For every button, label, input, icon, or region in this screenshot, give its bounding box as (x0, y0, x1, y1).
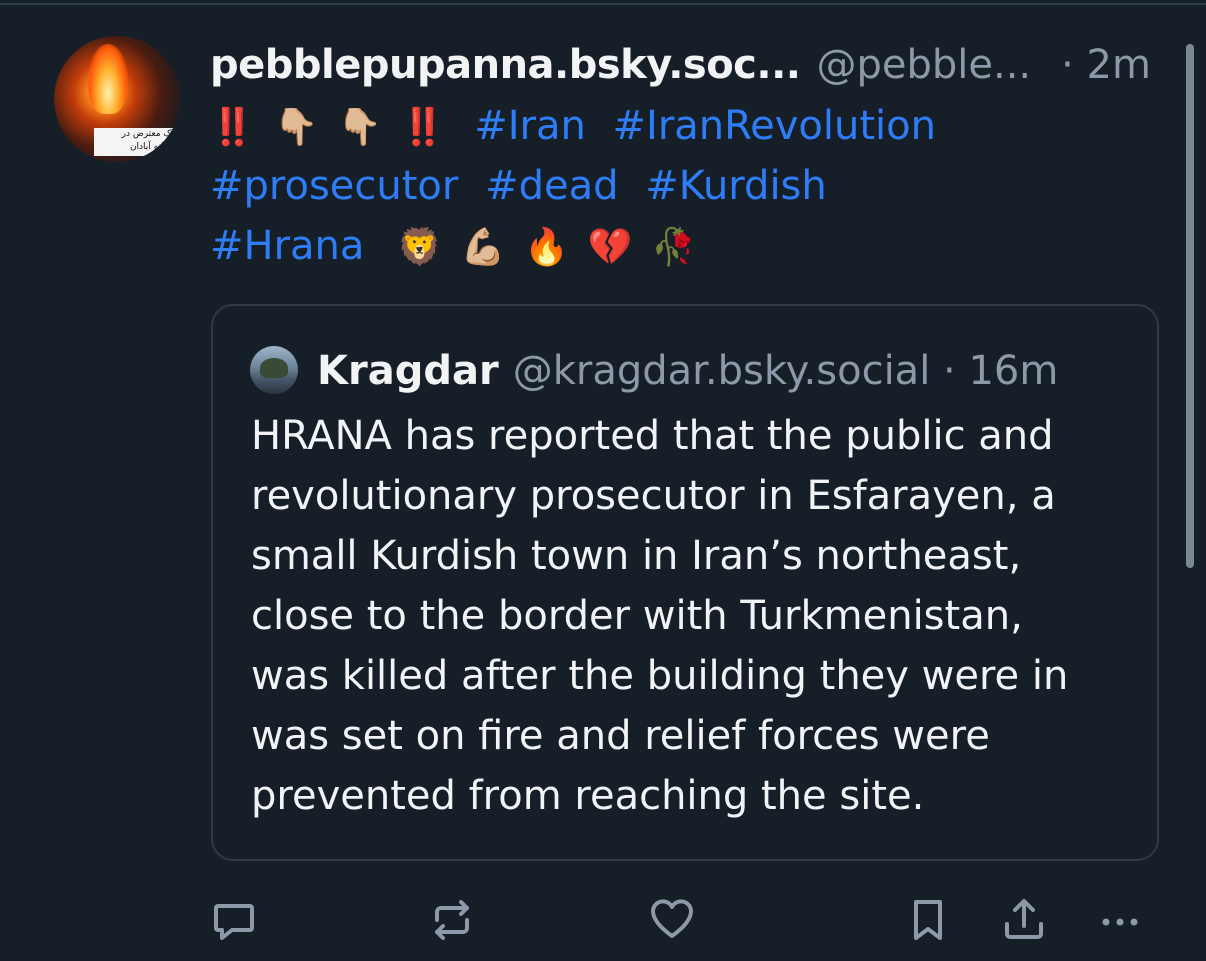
avatar-tree-image (260, 358, 288, 378)
hashtag-kurdish[interactable]: #Kurdish (645, 163, 827, 209)
quoted-body-line: was killed after the building they were … (251, 653, 1069, 699)
quoted-body-line: HRANA has reported that the public and (251, 413, 1054, 459)
hashtag-prosecutor[interactable]: #prosecutor (210, 163, 458, 209)
avatar-caption-line-2: شبانه آبادان (129, 142, 174, 152)
post-timestamp[interactable]: · 2m (1061, 42, 1151, 88)
more-options-button[interactable] (1090, 890, 1150, 950)
post-header: pebblepupanna.bsky.soc... @pebble... · 2… (210, 38, 1170, 92)
hashtag-iranrevolution[interactable]: #IranRevolution (613, 103, 936, 149)
author-name[interactable]: pebblepupanna.bsky.soc... (210, 42, 801, 88)
avatar-caption-line-1: یک معترض در (121, 129, 174, 139)
flexed-biceps-emoji: 💪🏼 (460, 227, 506, 268)
share-button[interactable] (994, 890, 1054, 950)
bookmark-icon (914, 900, 942, 940)
repost-button[interactable] (422, 890, 482, 950)
reply-button[interactable] (204, 890, 264, 950)
lion-emoji: 🦁 (397, 227, 442, 268)
quoted-body-line: revolutionary prosecutor in Esfarayen, a (251, 473, 1056, 519)
quoted-author-avatar[interactable] (250, 346, 298, 394)
wilted-flower-emoji: 🥀 (651, 227, 697, 268)
quoted-post[interactable]: Kragdar @kragdar.bsky.social · 16m HRANA… (211, 304, 1159, 861)
quoted-body-line: small Kurdish town in Iran’s northeast, (251, 533, 1022, 579)
author-avatar[interactable]: یک معترض در شبانه آبادان (54, 36, 180, 162)
share-icon (1005, 899, 1043, 939)
double-exclamation-emoji: ‼️ (210, 107, 255, 148)
post-actions-bar (0, 890, 1206, 950)
scrollbar-thumb[interactable] (1186, 44, 1194, 568)
pointing-down-emoji: 👇🏼 (273, 107, 319, 148)
post-text-line-1: ‼️ 👇🏼 👇🏼 ‼️ #Iran #IranRevolution (210, 98, 950, 154)
pointing-down-emoji: 👇🏼 (337, 107, 382, 148)
post-text-line-2: #prosecutor #dead #Kurdish (210, 158, 841, 214)
author-handle[interactable]: @pebble... (816, 42, 1031, 88)
quoted-body-line: prevented from reaching the site. (251, 773, 925, 819)
double-exclamation-emoji: ‼️ (400, 107, 446, 148)
avatar-caption: یک معترض در شبانه آبادان (94, 128, 178, 156)
quoted-body-line: was set on fire and relief forces were (251, 713, 990, 759)
hashtag-iran[interactable]: #Iran (474, 103, 586, 149)
broken-heart-emoji: 💔 (587, 227, 633, 268)
like-button[interactable] (642, 890, 702, 950)
fire-emoji: 🔥 (524, 227, 570, 268)
hashtag-hrana[interactable]: #Hrana (210, 223, 364, 269)
quoted-post-body: HRANA has reported that the public and r… (251, 406, 1131, 826)
like-icon (651, 899, 693, 938)
avatar-fire-image (88, 44, 128, 114)
more-icon (1102, 918, 1138, 926)
quoted-author-name[interactable]: Kragdar (317, 348, 499, 394)
post-card[interactable]: یک معترض در شبانه آبادان pebblepupanna.b… (0, 0, 1206, 961)
reply-icon (214, 904, 254, 940)
post-text-line-3: #Hrana 🦁 💪🏼 🔥 💔 🥀 (210, 218, 702, 274)
quoted-body-line: close to the border with Turkmenistan, (251, 593, 1023, 639)
repost-icon (435, 900, 469, 940)
hashtag-dead[interactable]: #dead (485, 163, 618, 209)
bookmark-button[interactable] (898, 890, 958, 950)
quoted-author-handle[interactable]: @kragdar.bsky.social · 16m (513, 348, 1059, 394)
quoted-post-header: Kragdar @kragdar.bsky.social · 16m (317, 344, 1058, 398)
